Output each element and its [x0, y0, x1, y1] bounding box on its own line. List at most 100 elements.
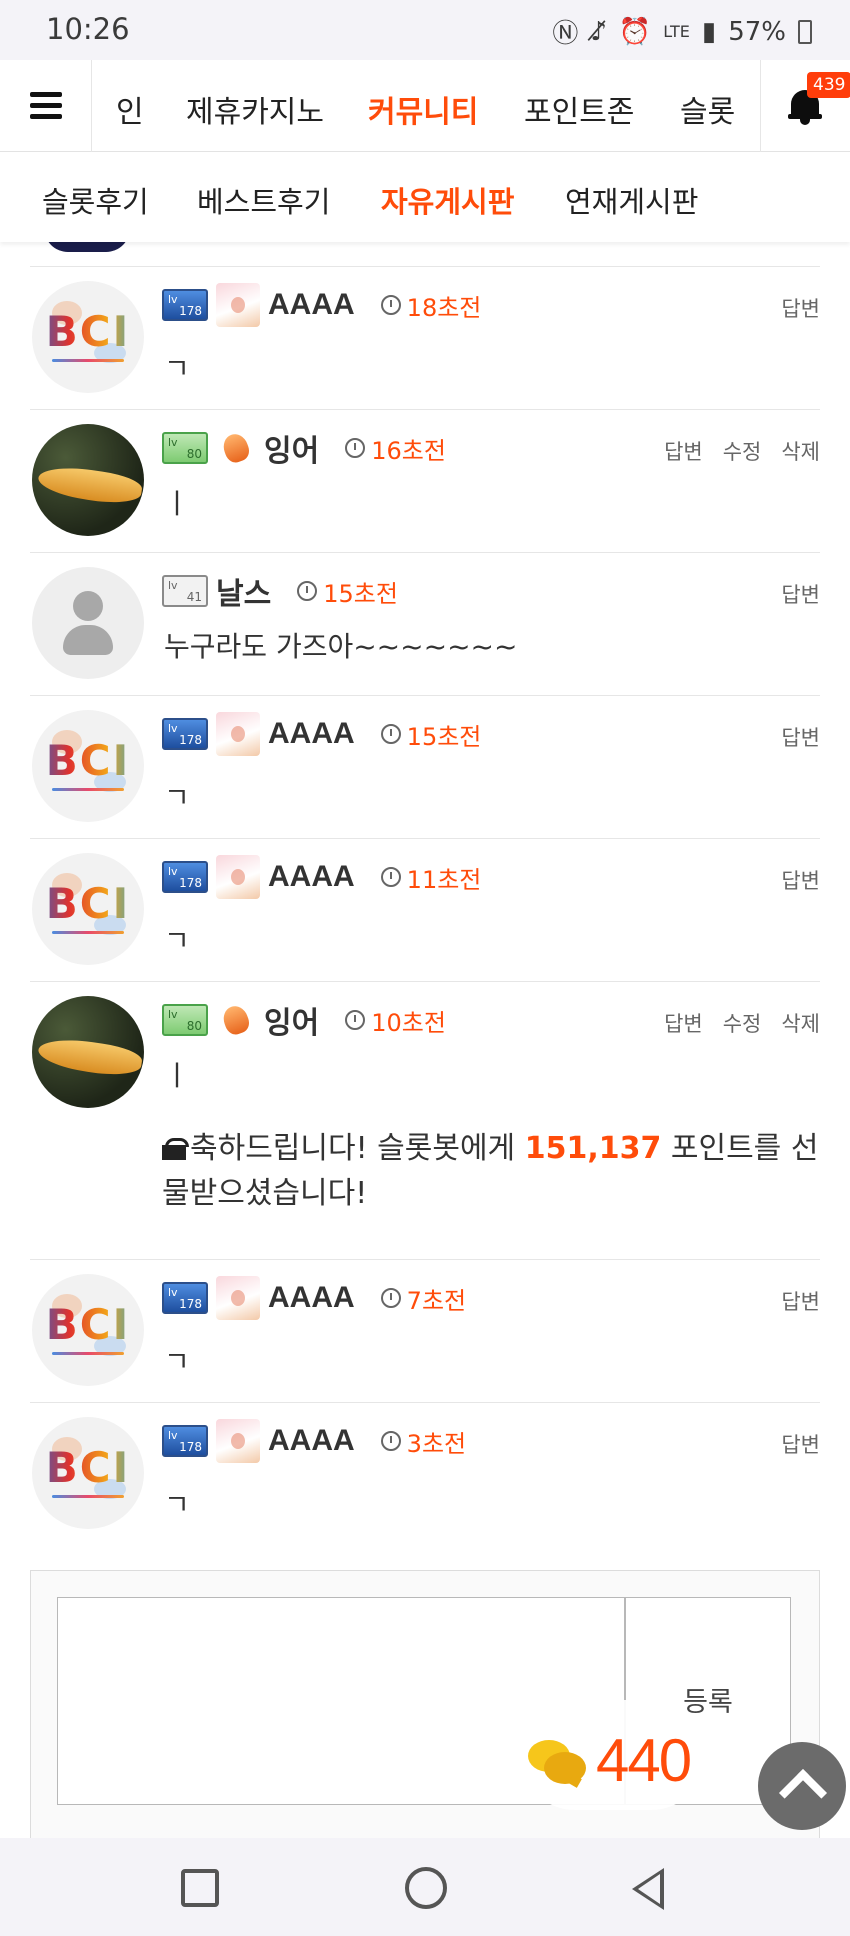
comment-item: BCI lv 178 AAAA 7초전 답변 ㄱ: [30, 1259, 820, 1402]
reply-button[interactable]: 답변: [664, 436, 703, 466]
nickname[interactable]: AAAA: [268, 288, 355, 322]
avatar[interactable]: [32, 567, 144, 679]
avatar[interactable]: BCI: [32, 1274, 144, 1386]
comment-text: ㄱ: [164, 1488, 190, 1521]
avatar[interactable]: BCI: [32, 281, 144, 393]
chat-bubble-icon-back: [544, 1752, 586, 1784]
comment-actions: 답변: [781, 1286, 820, 1316]
fish-icon: [216, 1000, 256, 1040]
comment-item: BCI lv 178 AAAA 3초전 답변 ㄱ: [30, 1402, 820, 1545]
nav-item-partner-casino[interactable]: 제휴카지노: [186, 87, 324, 131]
character-icon: [216, 1276, 260, 1320]
edit-button[interactable]: 수정: [723, 436, 762, 466]
character-icon: [216, 1419, 260, 1463]
nickname[interactable]: AAAA: [268, 717, 355, 751]
edit-button[interactable]: 수정: [723, 1008, 762, 1038]
avatar[interactable]: BCI: [32, 853, 144, 965]
comment-time: 7초전: [406, 1286, 467, 1315]
comment-meta: lv 178 AAAA 3초전: [162, 1419, 466, 1463]
battery-icon: [798, 19, 812, 44]
chat-count: 440: [596, 1727, 692, 1794]
level-badge-icon: lv 80: [162, 432, 208, 464]
sub-tab-free-board[interactable]: 자유게시판: [381, 179, 514, 221]
lte-icon: LTE: [663, 22, 690, 41]
comment-actions: 답변: [781, 865, 820, 895]
nickname[interactable]: AAAA: [268, 1424, 355, 1458]
nav-item-point-zone[interactable]: 포인트존: [524, 87, 634, 131]
recent-apps-icon[interactable]: [181, 1869, 219, 1907]
alarm-icon: ⏰: [618, 16, 652, 47]
avatar[interactable]: [32, 424, 144, 536]
comment-actions: 답변: [781, 722, 820, 752]
comment-time: 18초전: [406, 293, 482, 322]
reply-button[interactable]: 답변: [781, 579, 820, 609]
comment-meta: lv 178 AAAA 15초전: [162, 712, 482, 756]
character-icon: [216, 855, 260, 899]
delete-button[interactable]: 삭제: [781, 1008, 820, 1038]
notification-button[interactable]: 439: [760, 60, 850, 152]
comment-meta: lv 178 AAAA 7초전: [162, 1276, 467, 1320]
character-icon: [216, 283, 260, 327]
menu-icon-bar: [30, 103, 62, 108]
level-badge-icon: lv 178: [162, 1282, 208, 1314]
clock-icon: [380, 724, 401, 744]
reply-button[interactable]: 답변: [664, 1008, 703, 1038]
nickname[interactable]: 날스: [216, 569, 271, 613]
sub-tab-slot-review[interactable]: 슬롯후기: [42, 179, 149, 221]
nav-item-community[interactable]: 커뮤니티: [368, 87, 478, 131]
comment-item: lv 80 잉어 10초전 답변 수정 삭제 ㅣ 축하드립니다! 슬롯봇에게 15…: [30, 981, 820, 1259]
reply-button[interactable]: 답변: [781, 1429, 820, 1459]
signal-icon: ▮: [701, 16, 717, 47]
chat-float-button[interactable]: 440: [520, 1700, 706, 1810]
comment-time: 15초전: [323, 579, 398, 608]
status-bar: 10:26 Ⓝ ♪̸ ⏰ LTE ▮ 57%: [0, 0, 850, 60]
avatar[interactable]: BCI: [32, 1417, 144, 1529]
delete-button[interactable]: 삭제: [781, 436, 820, 466]
sub-tab-serial-board[interactable]: 연재게시판: [565, 179, 698, 221]
mute-icon: ♪̸: [590, 16, 607, 47]
comment-actions: 답변: [781, 293, 820, 323]
comment-time: 15초전: [406, 722, 482, 751]
comment-meta: lv 80 잉어 10초전: [162, 1000, 446, 1040]
battery-percent: 57%: [728, 16, 786, 47]
menu-icon-bar: [30, 114, 62, 119]
menu-icon: [30, 92, 62, 97]
sub-tab-best-review[interactable]: 베스트후기: [197, 179, 330, 221]
system-nav-bar: [0, 1838, 850, 1936]
nickname[interactable]: AAAA: [268, 1281, 355, 1315]
comment-time: 10초전: [371, 1008, 446, 1037]
avatar[interactable]: BCI: [32, 710, 144, 822]
reply-button[interactable]: 답변: [781, 1286, 820, 1316]
reply-button[interactable]: 답변: [781, 293, 820, 323]
gift-text-before: 축하드립니다! 슬롯봇에게: [190, 1131, 525, 1166]
hamburger-menu-button[interactable]: [0, 60, 92, 152]
scroll-top-button[interactable]: [758, 1742, 846, 1830]
level-badge-icon: lv 178: [162, 718, 208, 750]
avatar[interactable]: [32, 996, 144, 1108]
comment-time: 11초전: [406, 865, 482, 894]
reply-button[interactable]: 답변: [781, 722, 820, 752]
nickname[interactable]: 잉어: [264, 426, 319, 470]
clock-icon: [380, 867, 401, 887]
comment-item: lv 80 잉어 16초전 답변 수정 삭제 ㅣ: [30, 409, 820, 552]
reply-button[interactable]: 답변: [781, 865, 820, 895]
back-icon[interactable]: [632, 1868, 664, 1910]
nickname[interactable]: 잉어: [264, 998, 319, 1042]
clock-icon: [380, 1288, 401, 1308]
gift-notice: 축하드립니다! 슬롯봇에게 151,137 포인트를 선물받으셨습니다!: [162, 1126, 822, 1216]
fish-icon: [216, 428, 256, 468]
nav-item-slot[interactable]: 슬롯: [680, 87, 735, 131]
clock-icon: [380, 295, 401, 315]
comment-time: 16초전: [371, 436, 446, 465]
comment-item: BCI lv 178 AAAA 11초전 답변 ㄱ: [30, 838, 820, 981]
nav-item-login[interactable]: 인: [116, 87, 144, 131]
nickname[interactable]: AAAA: [268, 860, 355, 894]
comment-text: ㅣ: [164, 1059, 190, 1092]
character-icon: [216, 712, 260, 756]
comment-meta: lv 178 AAAA 11초전: [162, 855, 482, 899]
nfc-icon: Ⓝ: [552, 19, 579, 49]
clock-icon: [345, 438, 366, 458]
home-icon[interactable]: [405, 1867, 447, 1909]
level-badge-icon: lv 178: [162, 861, 208, 893]
gift-icon: [162, 1138, 189, 1160]
